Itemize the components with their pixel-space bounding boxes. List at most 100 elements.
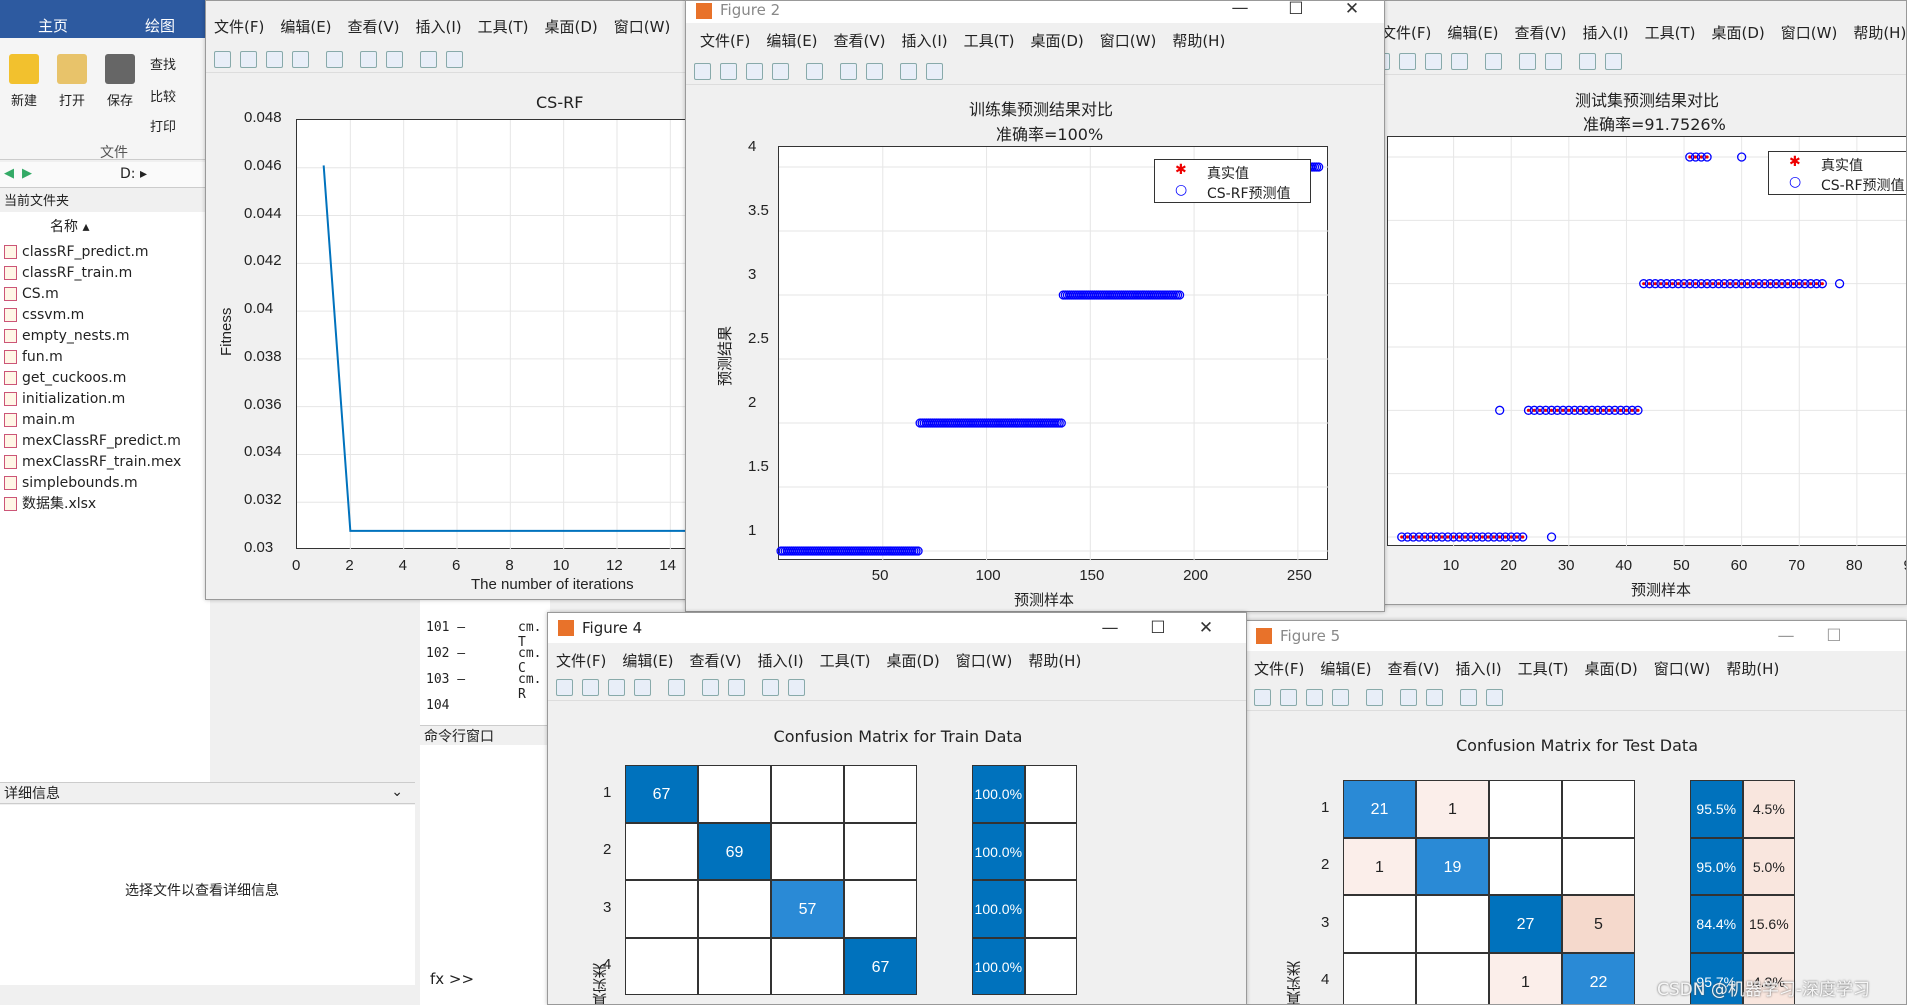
command-window[interactable]: fx >> (420, 745, 550, 1005)
menu-item[interactable]: 工具(T) (964, 32, 1015, 50)
menu-item[interactable]: 桌面(D) (1031, 32, 1084, 50)
property-icon[interactable] (926, 63, 943, 80)
menu-item[interactable]: 查看(V) (834, 32, 886, 50)
print-button[interactable]: 打印 (150, 116, 176, 135)
menu-item[interactable]: 插入(I) (1583, 24, 1629, 42)
back-icon[interactable]: ◀ (4, 166, 14, 181)
tab-home[interactable]: 主页 (28, 14, 78, 38)
menu-item[interactable]: 帮助(H) (1726, 660, 1779, 678)
menu-item[interactable]: 文件(F) (556, 652, 606, 670)
open-button[interactable]: 打开 (52, 54, 92, 109)
maximize-button[interactable]: ☐ (1810, 621, 1858, 651)
colorbar-icon[interactable] (702, 679, 719, 696)
maximize-button[interactable]: ☐ (1272, 1, 1320, 19)
menu-item[interactable]: 工具(T) (1518, 660, 1569, 678)
pointer-icon[interactable] (1579, 53, 1596, 70)
menu-item[interactable]: 插入(I) (902, 32, 948, 50)
save-icon[interactable] (746, 63, 763, 80)
file-list-item[interactable]: mexClassRF_train.mex (4, 452, 181, 472)
new-file-icon[interactable] (556, 679, 573, 696)
property-icon[interactable] (446, 51, 463, 68)
link-icon[interactable] (1485, 53, 1502, 70)
menu-item[interactable]: 工具(T) (820, 652, 871, 670)
property-icon[interactable] (1605, 53, 1622, 70)
menu-item[interactable]: 查看(V) (348, 18, 400, 36)
file-list-item[interactable]: CS.m (4, 284, 59, 304)
menu-item[interactable]: 编辑(E) (1320, 660, 1371, 678)
menu-item[interactable]: 帮助(H) (1853, 24, 1906, 42)
close-button[interactable]: ✕ (1328, 1, 1376, 19)
property-icon[interactable] (1486, 689, 1503, 706)
chevron-down-icon[interactable]: ⌄ (391, 784, 403, 800)
save-icon[interactable] (266, 51, 283, 68)
legend-icon[interactable] (386, 51, 403, 68)
menu-item[interactable]: 编辑(E) (622, 652, 673, 670)
menu-item[interactable]: 桌面(D) (887, 652, 940, 670)
menu-item[interactable]: 工具(T) (1645, 24, 1696, 42)
menu-item[interactable]: 窗口(W) (956, 652, 1013, 670)
maximize-button[interactable]: ☐ (1134, 613, 1182, 643)
link-icon[interactable] (806, 63, 823, 80)
property-icon[interactable] (788, 679, 805, 696)
close-button[interactable]: ✕ (1182, 613, 1230, 643)
menu-item[interactable]: 查看(V) (690, 652, 742, 670)
tab-plots[interactable]: 绘图 (135, 14, 185, 38)
save-icon[interactable] (1306, 689, 1323, 706)
pointer-icon[interactable] (1460, 689, 1477, 706)
menu-item[interactable]: 桌面(D) (1585, 660, 1638, 678)
editor[interactable]: 101 — cm. T 102 — cm. C 103 — cm. R 104 (420, 590, 550, 730)
menu-item[interactable]: 文件(F) (1381, 24, 1431, 42)
file-list-item[interactable]: classRF_predict.m (4, 242, 149, 262)
menu-item[interactable]: 桌面(D) (545, 18, 598, 36)
link-icon[interactable] (668, 679, 685, 696)
menu-item[interactable]: 查看(V) (1515, 24, 1567, 42)
menu-item[interactable]: 文件(F) (1254, 660, 1304, 678)
find-button[interactable]: 查找 (150, 54, 176, 73)
menu-item[interactable]: 编辑(E) (280, 18, 331, 36)
menu-item[interactable]: 帮助(H) (1172, 32, 1225, 50)
legend-icon[interactable] (1545, 53, 1562, 70)
menu-item[interactable]: 文件(F) (214, 18, 264, 36)
detail-header[interactable]: 详细信息 ⌄ (0, 782, 415, 804)
colorbar-icon[interactable] (360, 51, 377, 68)
minimize-button[interactable]: — (1216, 1, 1264, 19)
new-file-icon[interactable] (694, 63, 711, 80)
colorbar-icon[interactable] (1519, 53, 1536, 70)
menu-item[interactable]: 工具(T) (478, 18, 529, 36)
save-icon[interactable] (608, 679, 625, 696)
menu-item[interactable]: 窗口(W) (614, 18, 671, 36)
menu-item[interactable]: 编辑(E) (1447, 24, 1498, 42)
address-bar[interactable]: ◀ ▶ D: ▸ (0, 162, 210, 188)
link-icon[interactable] (326, 51, 343, 68)
file-list-item[interactable]: 数据集.xlsx (4, 494, 96, 514)
open-icon[interactable] (720, 63, 737, 80)
name-column-header[interactable]: 名称 ▴ (50, 216, 89, 236)
print-icon[interactable] (634, 679, 651, 696)
file-list-item[interactable]: classRF_train.m (4, 263, 132, 283)
minimize-button[interactable]: — (1762, 621, 1810, 651)
legend-icon[interactable] (1426, 689, 1443, 706)
menu-item[interactable]: 文件(F) (700, 32, 750, 50)
minimize-button[interactable]: — (1086, 613, 1134, 643)
file-list-item[interactable]: cssvm.m (4, 305, 84, 325)
open-icon[interactable] (1399, 53, 1416, 70)
open-icon[interactable] (240, 51, 257, 68)
link-icon[interactable] (1366, 689, 1383, 706)
menu-item[interactable]: 插入(I) (1456, 660, 1502, 678)
file-list-item[interactable]: simplebounds.m (4, 473, 138, 493)
menu-item[interactable]: 插入(I) (416, 18, 462, 36)
file-list-item[interactable]: mexClassRF_predict.m (4, 431, 181, 451)
open-icon[interactable] (582, 679, 599, 696)
menu-item[interactable]: 窗口(W) (1781, 24, 1838, 42)
file-list-item[interactable]: get_cuckoos.m (4, 368, 126, 388)
pointer-icon[interactable] (762, 679, 779, 696)
print-icon[interactable] (1451, 53, 1468, 70)
print-icon[interactable] (1332, 689, 1349, 706)
pointer-icon[interactable] (420, 51, 437, 68)
file-list-item[interactable]: empty_nests.m (4, 326, 130, 346)
menu-item[interactable]: 窗口(W) (1100, 32, 1157, 50)
forward-icon[interactable]: ▶ (22, 166, 32, 181)
open-icon[interactable] (1280, 689, 1297, 706)
save-button[interactable]: 保存 (100, 54, 140, 109)
file-list-item[interactable]: initialization.m (4, 389, 125, 409)
